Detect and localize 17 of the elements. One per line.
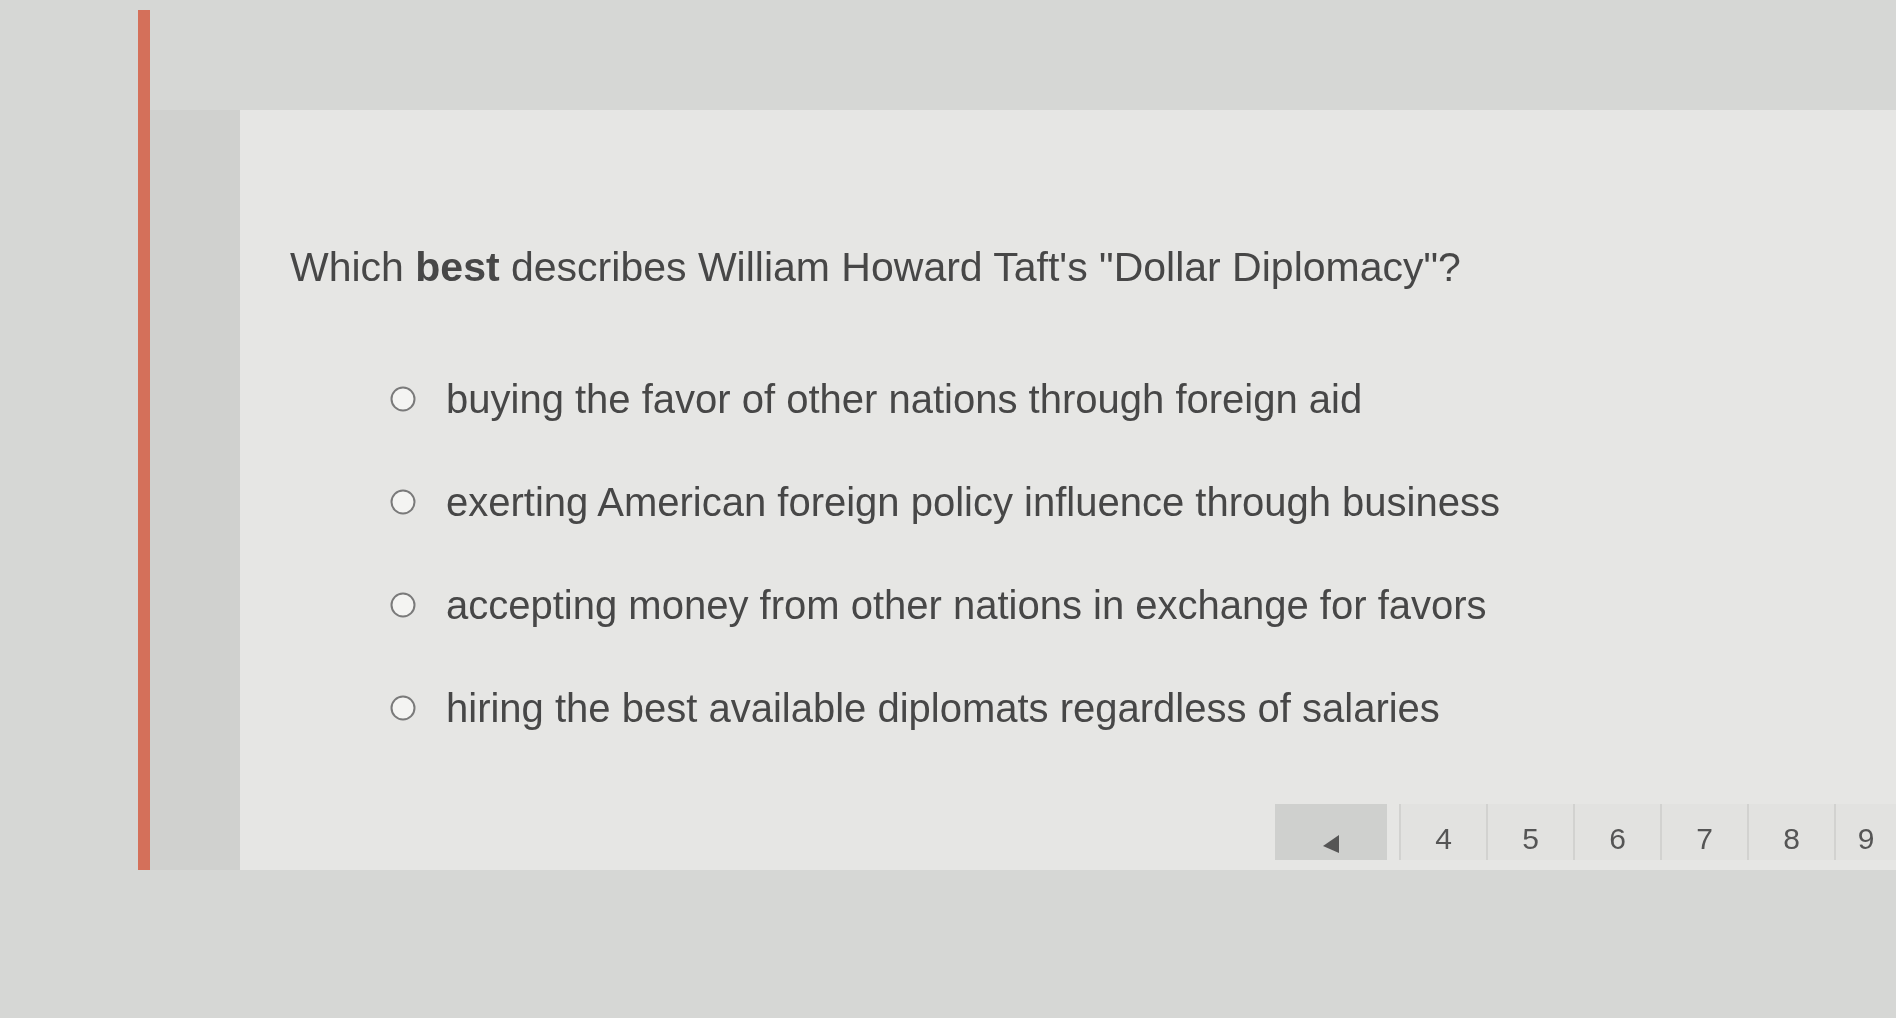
radio-button[interactable]	[390, 386, 416, 412]
page-button[interactable]: 8	[1747, 804, 1834, 860]
option-label[interactable]: exerting American foreign policy influence through business	[446, 478, 1500, 526]
left-arrow-icon	[1321, 834, 1341, 854]
radio-button[interactable]	[390, 489, 416, 515]
page-button[interactable]: 9	[1834, 804, 1896, 860]
radio-button[interactable]	[390, 695, 416, 721]
page-button[interactable]: 4	[1399, 804, 1486, 860]
page-button[interactable]: 7	[1660, 804, 1747, 860]
radio-button[interactable]	[390, 592, 416, 618]
option-label[interactable]: buying the favor of other nations through foreign aid	[446, 375, 1363, 423]
option-label[interactable]: hiring the best available diplomats regardless of salaries	[446, 684, 1440, 732]
question-text: Which best describes William Howard Taft's "Dollar Diplomacy"?	[290, 243, 1461, 292]
option-label[interactable]: accepting money from other nations in exchange for favors	[446, 581, 1487, 629]
page-button[interactable]: 6	[1573, 804, 1660, 860]
page-button[interactable]: 5	[1486, 804, 1573, 860]
previous-button[interactable]	[1275, 804, 1387, 860]
